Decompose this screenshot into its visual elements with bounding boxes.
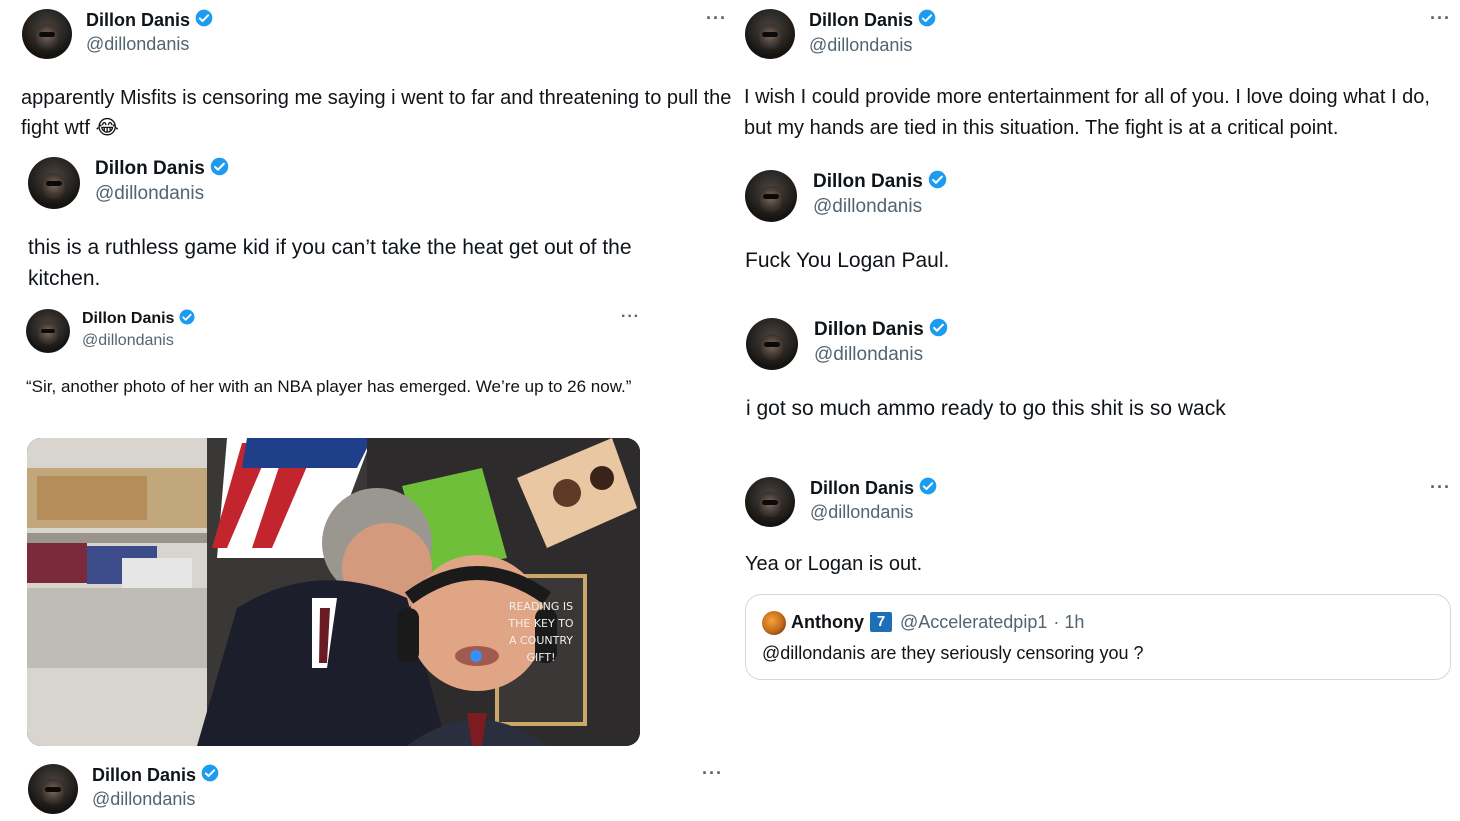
tweet-text: apparently Misfits is censoring me sayin… [21, 87, 732, 139]
author-name[interactable]: Dillon Danis [82, 310, 174, 328]
more-options-icon[interactable]: ··· [1430, 477, 1451, 498]
verified-badge-icon [928, 317, 949, 343]
avatar[interactable] [745, 9, 795, 59]
author-handle[interactable]: @dillondanis [92, 789, 195, 810]
author-handle[interactable]: @dillondanis [814, 344, 923, 366]
tweet-media-image[interactable]: READING IS THE KEY TO A COUNTRY GIFT! [27, 438, 640, 746]
verified-badge-icon [200, 763, 220, 788]
author-handle[interactable]: @dillondanis [813, 196, 922, 218]
avatar[interactable] [26, 309, 70, 353]
verified-badge-icon [917, 8, 937, 33]
quoted-avatar[interactable] [762, 611, 786, 635]
avatar[interactable] [28, 764, 78, 814]
quoted-tweet[interactable]: Anthony 7 @Acceleratedpip1 · 1h @dillond… [745, 594, 1451, 680]
tweet-text: “Sir, another photo of her with an NBA p… [26, 377, 632, 396]
avatar[interactable] [745, 170, 797, 222]
more-options-icon[interactable]: ··· [621, 308, 640, 326]
laughing-emoji-icon: 😂 [95, 117, 119, 139]
verified-badge-icon [927, 169, 948, 195]
verified-badge-icon [194, 8, 214, 33]
author-handle[interactable]: @dillondanis [95, 183, 204, 205]
author-handle[interactable]: @dillondanis [809, 35, 912, 56]
author-handle[interactable]: @dillondanis [82, 332, 174, 350]
more-options-icon[interactable]: ··· [706, 8, 727, 29]
author-name[interactable]: Dillon Danis [809, 10, 913, 31]
quoted-tweet-text: @dillondanis are they seriously censorin… [762, 643, 1144, 663]
author-handle[interactable]: @dillondanis [810, 502, 913, 523]
author-name[interactable]: Dillon Danis [810, 478, 914, 499]
quoted-author-name[interactable]: Anthony [791, 612, 864, 633]
chalkboard-text: READING IS THE KEY TO A COUNTRY GIFT! [508, 600, 574, 664]
author-handle[interactable]: @dillondanis [86, 34, 189, 55]
quoted-author-handle[interactable]: @Acceleratedpip1 [900, 612, 1047, 633]
verified-badge-icon [918, 476, 938, 501]
avatar[interactable] [28, 157, 80, 209]
author-name[interactable]: Dillon Danis [814, 319, 924, 341]
author-name[interactable]: Dillon Danis [92, 765, 196, 786]
author-name[interactable]: Dillon Danis [95, 158, 205, 180]
avatar[interactable] [745, 477, 795, 527]
author-name[interactable]: Dillon Danis [86, 10, 190, 31]
tweet-text: I wish I could provide more entertainmen… [744, 86, 1430, 139]
more-options-icon[interactable]: ··· [702, 763, 723, 784]
tweet-text: i got so much ammo ready to go this shit… [746, 397, 1226, 420]
verified-badge-icon [209, 156, 230, 182]
quoted-author-badge: 7 [869, 612, 892, 632]
more-options-icon[interactable]: ··· [1430, 8, 1451, 29]
tweet-text: this is a ruthless game kid if you can’t… [28, 236, 632, 290]
author-name[interactable]: Dillon Danis [813, 171, 923, 193]
avatar[interactable] [22, 9, 72, 59]
tweet-text: Yea or Logan is out. [745, 553, 923, 575]
avatar[interactable] [746, 318, 798, 370]
quoted-timestamp[interactable]: · 1h [1053, 612, 1084, 633]
verified-badge-icon [178, 308, 196, 331]
tweet-text: Fuck You Logan Paul. [745, 249, 950, 272]
meme-illustration [27, 438, 640, 746]
